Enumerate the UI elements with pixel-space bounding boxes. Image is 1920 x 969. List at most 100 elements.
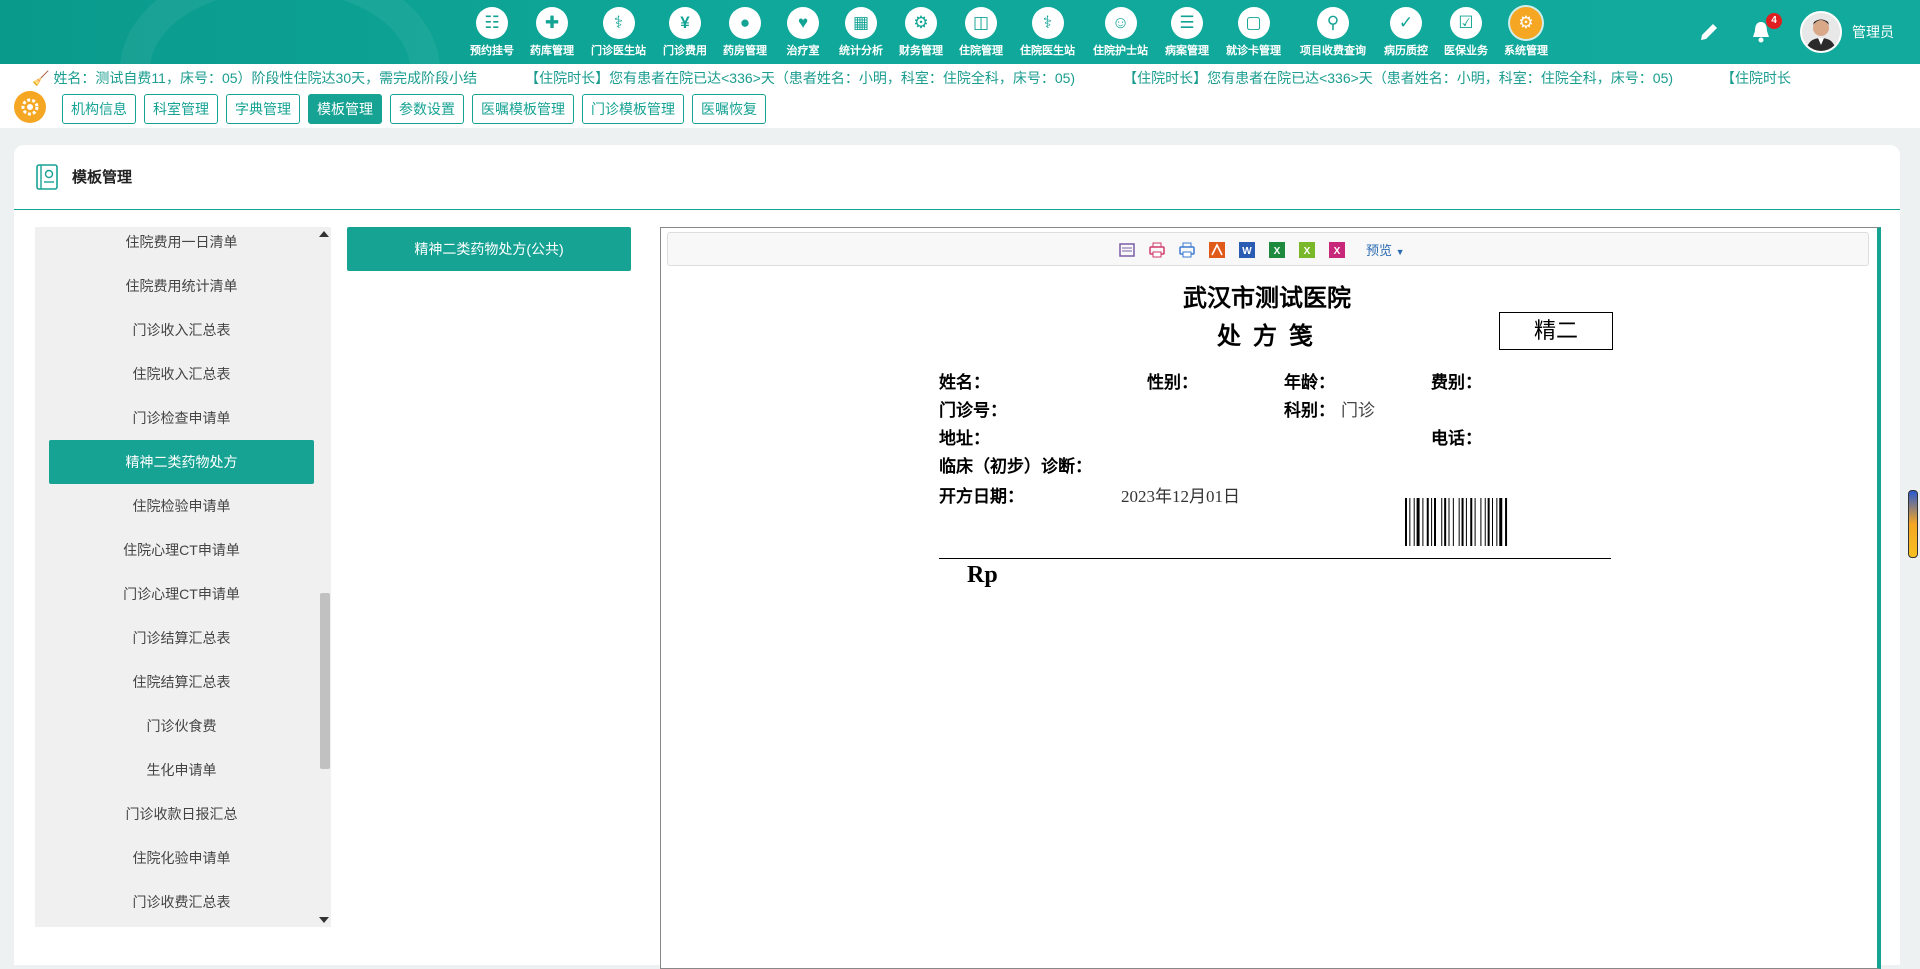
tab-0[interactable]: 机构信息 (62, 94, 136, 124)
template-list: 住院费用一日清单 住院费用统计清单 门诊收入汇总表 住院收入汇总表 门诊检查申请单 精神二… (35, 227, 331, 927)
nurse-station-icon: ☺ (1104, 7, 1137, 39)
page-title: 模板管理 (72, 169, 133, 186)
nav-inpatient-doctor[interactable]: ⚕ 住院医生站 (1011, 0, 1084, 64)
nav-pharmacy[interactable]: ● 药房管理 (715, 0, 775, 64)
barcode-bar (1405, 498, 1407, 546)
diagnosis-label: 临床（初步）诊断： (939, 457, 1092, 476)
template-list-item[interactable]: 门诊收入汇总表 (49, 308, 314, 352)
phone-label: 电话： (1431, 429, 1482, 448)
nav-label: 药房管理 (723, 45, 767, 57)
nav-label: 预约挂号 (470, 45, 514, 57)
nav-finance[interactable]: ⚙ 财务管理 (891, 0, 951, 64)
template-list-item[interactable]: 精神二类药物处方 (49, 440, 314, 484)
tab-4[interactable]: 参数设置 (390, 94, 464, 124)
nav-nurse-station[interactable]: ☺ 住院护士站 (1084, 0, 1157, 64)
bell-icon[interactable]: 4 (1748, 13, 1782, 45)
nav-label: 治疗室 (786, 45, 820, 57)
template-list-item[interactable]: 住院费用统计清单 (49, 264, 314, 308)
template-variant-button[interactable]: 精神二类药物处方(公共) (347, 227, 631, 271)
tab-3[interactable]: 模板管理 (308, 94, 382, 124)
template-list-item[interactable]: 住院化验申请单 (49, 836, 314, 880)
prescription-title: 处方笺 (1217, 324, 1325, 350)
nav-fee-query[interactable]: ⚲ 项目收费查询 (1290, 0, 1376, 64)
barcode-bar (1413, 498, 1415, 546)
nav-inpatient[interactable]: ◫ 住院管理 (951, 0, 1011, 64)
top-right-tools: 4 管理员 (1696, 0, 1920, 64)
notice-marquee: 🧹 姓名：测试自费11，床号：05）阶段性住院达30天，需完成阶段小结 【住院时长】… (0, 64, 1920, 88)
barcode-bar (1434, 498, 1436, 546)
tab-2[interactable]: 字典管理 (226, 94, 300, 124)
barcode-bar (1465, 498, 1467, 546)
template-list-item[interactable]: 住院心理CT申请单 (49, 528, 314, 572)
department-label: 科别： (1284, 401, 1335, 420)
barcode-bar (1461, 498, 1464, 546)
nav-treatment-room[interactable]: ♥ 治疗室 (775, 0, 831, 64)
top-nav-bar: ☷ 预约挂号 ✚ 药库管理 ⚕ 门诊医生站 ¥ 门诊费用 ● 药房管理 ♥ 治疗室 ▦ 统计分析 ⚙ 财务管理… (0, 0, 1920, 64)
marquee-text: 🧹 姓名：测试自费11，床号：05）阶段性住院达30天，需完成阶段小结 【住院时长】… (32, 68, 1839, 88)
nav-system[interactable]: ⚙ 系统管理 (1496, 0, 1556, 64)
template-list-item[interactable]: 门诊检查申请单 (49, 396, 314, 440)
nav-card[interactable]: ▢ 就诊卡管理 (1217, 0, 1290, 64)
tab-1[interactable]: 科室管理 (144, 94, 218, 124)
nav-drug-store[interactable]: ✚ 药库管理 (522, 0, 582, 64)
template-list-item[interactable]: 门诊收费汇总表 (49, 880, 314, 924)
scroll-down-arrow-icon[interactable] (319, 917, 329, 923)
address-label: 地址： (939, 429, 990, 448)
drug-store-icon: ✚ (536, 7, 568, 39)
insurance-icon: ☑ (1450, 7, 1482, 39)
template-list-item[interactable]: 住院费用一日清单 (49, 227, 314, 264)
barcode-image (1405, 498, 1508, 546)
scroll-up-arrow-icon[interactable] (319, 231, 329, 237)
barcode-bar (1496, 498, 1498, 546)
template-list-item[interactable]: 住院结算汇总表 (49, 660, 314, 704)
side-scroll-indicator[interactable] (1908, 490, 1918, 558)
template-list-item[interactable]: 住院收入汇总表 (49, 352, 314, 396)
age-label: 年龄： (1284, 373, 1335, 392)
notification-badge: 4 (1766, 13, 1782, 29)
barcode-bar (1452, 498, 1454, 546)
scroll-thumb[interactable] (320, 593, 330, 769)
template-list-item[interactable]: 门诊收款日报汇总 (49, 792, 314, 836)
template-list-item[interactable]: 门诊伙食费 (49, 704, 314, 748)
barcode-bar (1444, 498, 1447, 546)
barcode-bar (1409, 498, 1411, 546)
prescribe-date-label: 开方日期： (939, 487, 1024, 506)
barcode-bar (1499, 498, 1503, 546)
inpatient-doctor-icon: ⚕ (1031, 7, 1064, 39)
nav-label: 财务管理 (899, 45, 943, 57)
avatar[interactable] (1800, 11, 1842, 53)
settings-gear-icon[interactable] (14, 91, 46, 123)
panel-header: 模板管理 (14, 145, 1900, 210)
user-name[interactable]: 管理员 (1852, 22, 1894, 42)
nav-label: 住院护士站 (1093, 45, 1148, 57)
barcode-bar (1448, 498, 1450, 546)
nav-statistics[interactable]: ▦ 统计分析 (831, 0, 891, 64)
nav-appointment[interactable]: ☷ 预约挂号 (462, 0, 522, 64)
template-list-item[interactable]: 门诊心理CT申请单 (49, 572, 314, 616)
template-list-item[interactable]: 门诊结算汇总表 (49, 616, 314, 660)
nav-label: 住院医生站 (1020, 45, 1075, 57)
prescription-category-tag: 精二 (1499, 312, 1613, 350)
nav-insurance[interactable]: ☑ 医保业务 (1436, 0, 1496, 64)
nav-outpatient-fee[interactable]: ¥ 门诊费用 (655, 0, 715, 64)
nav-outpatient-doctor[interactable]: ⚕ 门诊医生站 (582, 0, 655, 64)
hospital-name: 武汉市测试医院 (1183, 286, 1351, 312)
nav-medical-records[interactable]: ☰ 病案管理 (1157, 0, 1217, 64)
list-scrollbar[interactable] (317, 227, 331, 927)
barcode-bar (1441, 498, 1443, 546)
tab-5[interactable]: 医嘱模板管理 (472, 94, 574, 124)
pencil-icon[interactable] (1696, 19, 1722, 45)
print-preview-area: W X X X 预览 ▼ 武汉市测试医院 处方笺 精二 姓名： 性别： 年龄： … (660, 227, 1881, 969)
nav-quality[interactable]: ✓ 病历质控 (1376, 0, 1436, 64)
nav-label: 药库管理 (530, 45, 574, 57)
notice-message: 【住院时长】您有患者在院已达<336>天（患者姓名：小明，科室：住院全科，床号：… (525, 70, 1076, 86)
template-list-item[interactable]: 生化申请单 (49, 748, 314, 792)
template-list-item[interactable]: 住院检验申请单 (49, 484, 314, 528)
nav-label: 病历质控 (1384, 45, 1428, 57)
system-gear-icon: ⚙ (1510, 7, 1542, 39)
sub-tabs: 机构信息 科室管理 字典管理 模板管理 参数设置 医嘱模板管理 门诊模板管理 医嘱恢复 (62, 94, 774, 124)
appointment-icon: ☷ (476, 7, 508, 39)
barcode-bar (1422, 498, 1424, 546)
tab-7[interactable]: 医嘱恢复 (692, 94, 766, 124)
tab-6[interactable]: 门诊模板管理 (582, 94, 684, 124)
